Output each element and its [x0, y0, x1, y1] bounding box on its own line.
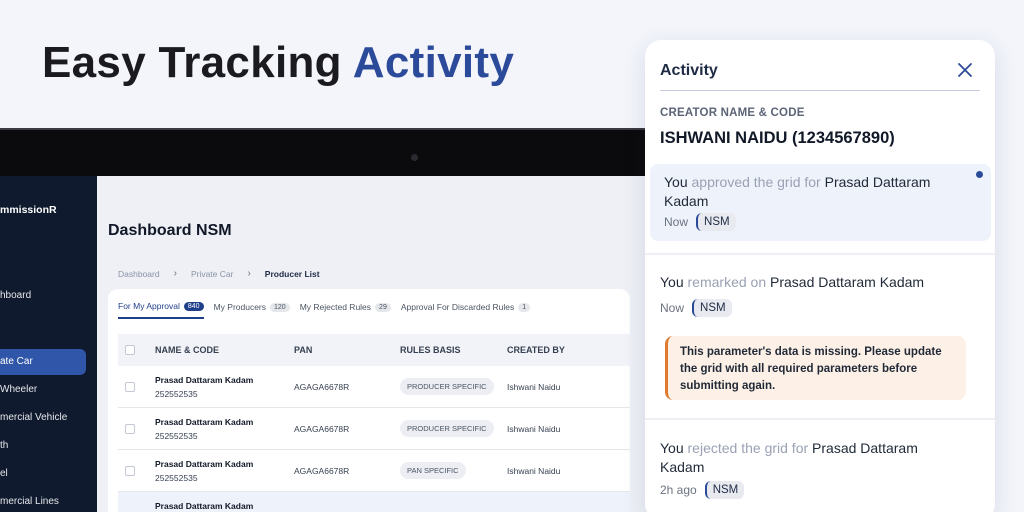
- activity-item[interactable]: You approved the grid for Prasad Dattara…: [650, 164, 991, 241]
- sidebar-item-commercial-lines[interactable]: mercial Lines: [0, 489, 86, 512]
- page-title: Dashboard NSM: [108, 222, 232, 239]
- column-header-pan[interactable]: PAN: [294, 334, 312, 366]
- creator-label: CREATOR NAME & CODE: [660, 107, 805, 119]
- role-badge: NSM: [696, 213, 736, 231]
- creator-name: ISHWANI NAIDU (1234567890): [660, 129, 895, 147]
- breadcrumb: Dashboard › Private Car › Producer List: [118, 268, 320, 279]
- producer-name: Prasad Dattaram Kadam: [155, 458, 254, 469]
- headline: Easy Tracking Activity: [42, 38, 514, 88]
- activity-time: 2h ago: [660, 483, 697, 497]
- activity-action: rejected the grid for: [687, 440, 809, 456]
- laptop-frame: mmissionR hboard ate Car Wheeler mercial…: [0, 128, 660, 512]
- pan-value: AGAGA6678R: [294, 465, 350, 476]
- activity-text: You remarked on Prasad Dattaram Kadam: [660, 273, 960, 292]
- unread-dot-icon: [976, 171, 983, 178]
- activity-time: Now: [664, 215, 689, 229]
- chevron-right-icon: ›: [173, 268, 177, 279]
- breadcrumb-current: Producer List: [264, 268, 320, 279]
- sidebar-item-health[interactable]: th: [0, 433, 86, 459]
- column-header-created-by[interactable]: CREATED BY: [507, 334, 565, 366]
- rules-basis-pill: PRODUCER SPECIFIC: [400, 420, 494, 437]
- activity-meta: Now NSM: [660, 299, 732, 317]
- row-checkbox[interactable]: [125, 381, 135, 392]
- activity-item[interactable]: You rejected the grid for Prasad Dattara…: [645, 431, 995, 512]
- created-by-value: Ishwani Naidu: [507, 381, 561, 392]
- sidebar-brand: mmissionR: [0, 204, 57, 216]
- sidebar-item-private-car[interactable]: ate Car: [0, 349, 86, 375]
- row-checkbox[interactable]: [125, 423, 135, 434]
- select-all-checkbox[interactable]: [125, 345, 135, 355]
- producer-code: 252552535: [155, 388, 198, 399]
- tab-label: My Producers: [213, 302, 267, 312]
- activity-text: You rejected the grid for Prasad Dattara…: [660, 439, 960, 477]
- activity-meta: Now NSM: [664, 213, 736, 231]
- headline-text: Easy Tracking: [42, 38, 342, 87]
- pan-value: AGAGA6678R: [294, 381, 350, 392]
- table-row[interactable]: Prasad Dattaram Kadam 252552535 AGAGA667…: [118, 366, 630, 408]
- activity-target: Prasad Dattaram Kadam: [770, 274, 925, 290]
- producer-name: Prasad Dattaram Kadam: [155, 374, 254, 385]
- table-row[interactable]: Prasad Dattaram Kadam 252552535 AGAGA667…: [118, 450, 630, 492]
- main-content: Dashboard NSM Dashboard › Private Car › …: [97, 176, 660, 512]
- remark-callout: This parameter's data is missing. Please…: [665, 336, 966, 400]
- activity-panel: Activity CREATOR NAME & CODE ISHWANI NAI…: [645, 40, 995, 512]
- activity-text: You approved the grid for Prasad Dattara…: [664, 173, 964, 211]
- tab-for-my-approval[interactable]: For My Approval 840: [118, 301, 204, 319]
- tab-bar: For My Approval 840 My Producers 120 My …: [118, 301, 531, 319]
- sidebar-item-two-wheeler[interactable]: Wheeler: [0, 377, 86, 403]
- tab-label: Approval For Discarded Rules: [400, 302, 515, 312]
- table-row[interactable]: Prasad Dattaram Kadam 252552535 AGAGA667…: [118, 408, 630, 450]
- producer-code: 252552535: [155, 472, 198, 483]
- activity-time: Now: [660, 301, 685, 315]
- breadcrumb-item[interactable]: Private Car: [191, 269, 234, 279]
- table-row[interactable]: Prasad Dattaram Kadam: [118, 492, 630, 512]
- activity-action: remarked on: [687, 274, 767, 290]
- role-badge: NSM: [692, 299, 732, 317]
- sidebar-item-dashboard[interactable]: hboard: [0, 283, 86, 309]
- camera-icon: [411, 154, 418, 161]
- activity-subject: You: [660, 274, 684, 290]
- created-by-value: Ishwani Naidu: [507, 465, 561, 476]
- close-icon[interactable]: [955, 60, 975, 80]
- producer-code: 252552535: [155, 430, 198, 441]
- tab-count-badge: 29: [375, 302, 391, 312]
- role-badge: NSM: [704, 481, 745, 499]
- created-by-value: Ishwani Naidu: [507, 423, 561, 434]
- producer-table-card: For My Approval 840 My Producers 120 My …: [108, 289, 630, 512]
- divider: [645, 418, 995, 420]
- rules-basis-pill: PRODUCER SPECIFIC: [400, 378, 494, 395]
- tab-count-badge: 840: [183, 301, 204, 311]
- activity-subject: You: [660, 440, 684, 456]
- column-header-name[interactable]: NAME & CODE: [155, 334, 219, 366]
- panel-title: Activity: [660, 62, 718, 79]
- tab-my-producers[interactable]: My Producers 120: [214, 301, 290, 319]
- breadcrumb-item[interactable]: Dashboard: [118, 269, 160, 279]
- tab-label: For My Approval: [118, 301, 180, 311]
- activity-subject: You: [664, 174, 688, 190]
- pan-value: AGAGA6678R: [294, 423, 350, 434]
- chevron-right-icon: ›: [247, 268, 251, 279]
- activity-action: approved the grid for: [691, 174, 821, 190]
- tab-count-badge: 120: [270, 302, 290, 312]
- activity-meta: 2h ago NSM: [660, 481, 745, 499]
- tab-label: My Rejected Rules: [299, 302, 372, 312]
- row-checkbox[interactable]: [125, 465, 135, 476]
- rules-basis-pill: PAN SPECIFIC: [400, 462, 466, 479]
- sidebar: mmissionR hboard ate Car Wheeler mercial…: [0, 176, 97, 512]
- producer-name: Prasad Dattaram Kadam: [155, 416, 254, 427]
- tab-count-badge: 1: [518, 302, 531, 312]
- tab-approval-for-discarded-rules[interactable]: Approval For Discarded Rules 1: [400, 301, 531, 319]
- sidebar-item-travel[interactable]: el: [0, 461, 86, 487]
- app-screen: mmissionR hboard ate Car Wheeler mercial…: [0, 176, 660, 512]
- column-header-rules-basis[interactable]: RULES BASIS: [400, 334, 461, 366]
- table-header: NAME & CODE PAN RULES BASIS CREATED BY: [118, 334, 630, 366]
- divider: [660, 90, 980, 91]
- sidebar-item-commercial-vehicle[interactable]: mercial Vehicle: [0, 405, 86, 431]
- tab-my-rejected-rules[interactable]: My Rejected Rules 29: [300, 301, 391, 319]
- headline-accent-text: Activity: [352, 38, 515, 87]
- producer-name: Prasad Dattaram Kadam: [155, 501, 254, 511]
- divider: [645, 253, 995, 255]
